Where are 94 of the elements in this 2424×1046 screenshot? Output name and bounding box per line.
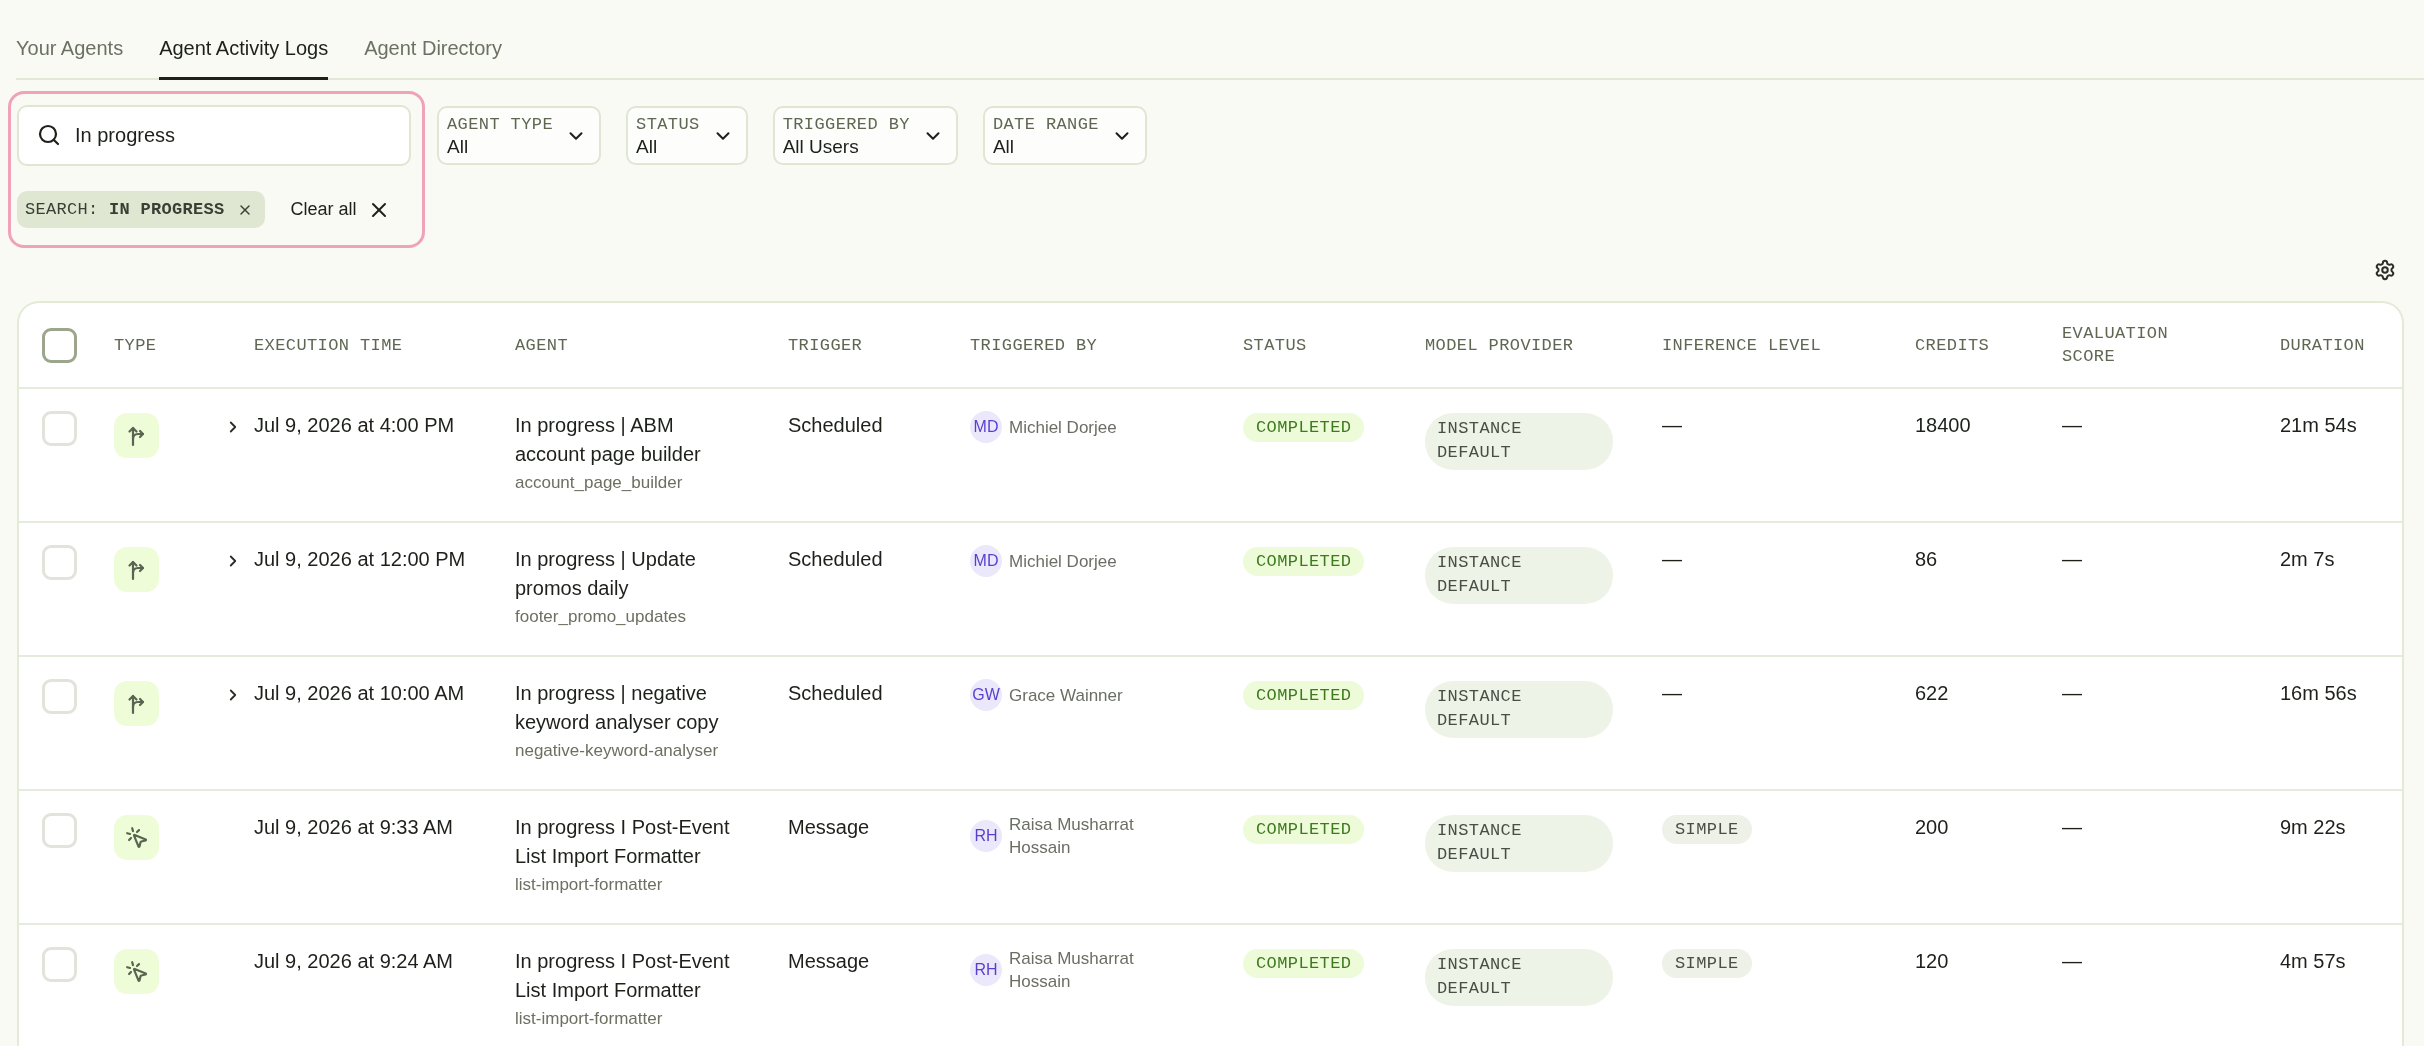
inference-level-text: — [1662, 413, 1682, 438]
execution-time: Jul 9, 2026 at 10:00 AM [254, 681, 466, 706]
column-header: MODEL PROVIDER [1425, 334, 1575, 357]
agent-id: account_page_builder [515, 472, 684, 494]
column-header: CREDITS [1915, 334, 1991, 357]
tab[interactable]: Your Agents [16, 35, 124, 80]
row-checkbox[interactable] [42, 813, 77, 848]
execution-time: Jul 9, 2026 at 4:00 PM [254, 413, 456, 438]
user-name: Grace Wainner [1009, 684, 1123, 707]
column-header: TRIGGER [788, 334, 864, 357]
execution-time: Jul 9, 2026 at 9:24 AM [254, 949, 455, 974]
credits-value: 200 [1915, 815, 1950, 840]
duration-value: 21m 54s [2280, 413, 2358, 438]
execution-time: Jul 9, 2026 at 12:00 PM [254, 547, 467, 572]
agent-id: negative-keyword-analyser [515, 740, 720, 762]
agent-id: list-import-formatter [515, 874, 664, 896]
row-checkbox[interactable] [42, 411, 77, 446]
user-avatar: MD [970, 545, 1002, 577]
inference-level-text: — [1662, 547, 1682, 572]
branch-arrow-icon [114, 413, 159, 458]
model-provider-badge: INSTANCE DEFAULT [1425, 413, 1613, 470]
column-header: TYPE [114, 334, 158, 357]
user-avatar: MD [970, 411, 1002, 443]
trigger-type: Scheduled [788, 681, 884, 706]
agent-name: In progress | Update promos daily [515, 547, 697, 601]
status-badge: COMPLETED [1243, 413, 1365, 442]
evaluation-score: — [2062, 815, 2083, 840]
credits-value: 18400 [1915, 413, 1972, 438]
evaluation-score: — [2062, 547, 2083, 572]
column-header: EVALUATION SCORE [2062, 323, 2170, 368]
user-name: Michiel Dorjee [1009, 550, 1117, 573]
select-all-checkbox[interactable] [42, 327, 77, 363]
inference-level-badge: SIMPLE [1662, 949, 1752, 978]
model-provider-badge: INSTANCE DEFAULT [1425, 547, 1613, 604]
status-badge: COMPLETED [1243, 949, 1365, 978]
trigger-type: Scheduled [788, 547, 884, 572]
filter-dropdown[interactable]: DATE RANGE All [982, 106, 1147, 165]
cursor-click-icon [114, 949, 159, 994]
settings-icon[interactable] [2374, 259, 2396, 281]
cursor-click-icon [114, 815, 159, 860]
filter-dropdown[interactable]: STATUS All [626, 106, 748, 165]
execution-time: Jul 9, 2026 at 9:33 AM [254, 815, 455, 840]
trigger-type: Scheduled [788, 413, 884, 438]
duration-value: 16m 56s [2280, 681, 2358, 706]
user-name: Raisa Musharrat Hossain [1009, 814, 1135, 859]
branch-arrow-icon [114, 547, 159, 592]
user-name: Raisa Musharrat Hossain [1009, 948, 1135, 993]
branch-arrow-icon [114, 681, 159, 726]
row-checkbox[interactable] [42, 679, 77, 714]
agent-name: In progress I Post-Event List Import Formatter [515, 949, 731, 1003]
trigger-type: Message [788, 815, 871, 840]
column-header: STATUS [1243, 334, 1308, 357]
status-badge: COMPLETED [1243, 547, 1365, 576]
agent-id: footer_promo_updates [515, 606, 688, 628]
filter-dropdown[interactable]: AGENT TYPE All [437, 106, 602, 165]
search-field[interactable]: In progress [17, 105, 411, 166]
column-header: DURATION [2280, 334, 2366, 357]
agent-id: list-import-formatter [515, 1008, 664, 1030]
credits-value: 120 [1915, 949, 1950, 974]
inference-level-text: — [1662, 681, 1682, 706]
inference-level-badge: SIMPLE [1662, 815, 1752, 844]
user-avatar: GW [970, 679, 1002, 711]
evaluation-score: — [2062, 681, 2083, 706]
status-badge: COMPLETED [1243, 815, 1365, 844]
status-badge: COMPLETED [1243, 681, 1365, 710]
evaluation-score: — [2062, 413, 2083, 438]
tab[interactable]: Agent Activity Logs [159, 35, 329, 80]
tab[interactable]: Agent Directory [364, 35, 502, 80]
agent-name: In progress I Post-Event List Import Formatter [515, 815, 731, 869]
row-checkbox[interactable] [42, 947, 77, 982]
user-avatar: RH [970, 820, 1002, 852]
duration-value: 9m 22s [2280, 815, 2347, 840]
duration-value: 2m 7s [2280, 547, 2336, 572]
trigger-type: Message [788, 949, 871, 974]
user-name: Michiel Dorjee [1009, 416, 1117, 439]
user-avatar: RH [970, 954, 1002, 986]
search-filter-chip[interactable]: SEARCH: IN PROGRESS [17, 191, 265, 228]
model-provider-badge: INSTANCE DEFAULT [1425, 681, 1613, 738]
model-provider-badge: INSTANCE DEFAULT [1425, 949, 1613, 1006]
clear-all-button[interactable]: Clear all [290, 197, 391, 222]
column-header: AGENT [515, 334, 569, 357]
filter-dropdown[interactable]: TRIGGERED BY All Users [772, 106, 958, 165]
credits-value: 622 [1915, 681, 1950, 706]
column-header: INFERENCE LEVEL [1662, 334, 1823, 357]
duration-value: 4m 57s [2280, 949, 2347, 974]
row-checkbox[interactable] [42, 545, 77, 580]
agent-name: In progress | ABM account page builder [515, 413, 702, 467]
model-provider-badge: INSTANCE DEFAULT [1425, 815, 1613, 872]
credits-value: 86 [1915, 547, 1939, 572]
agent-name: In progress | negative keyword analyser copy [515, 681, 720, 735]
column-header: EXECUTION TIME [254, 334, 404, 357]
evaluation-score: — [2062, 949, 2083, 974]
search-icon [37, 123, 61, 147]
column-header: TRIGGERED BY [970, 334, 1099, 357]
